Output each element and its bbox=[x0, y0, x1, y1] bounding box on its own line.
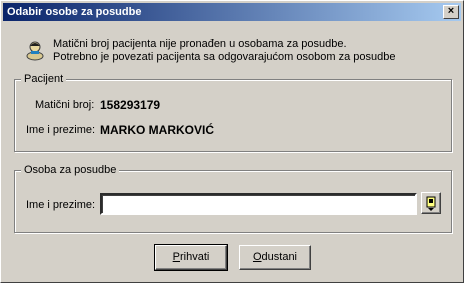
patient-group: Pacijent Matični broj: 158293179 Ime i p… bbox=[14, 72, 452, 152]
dialog-window: Odabir osobe za posudbe × Matični broj p… bbox=[0, 0, 464, 283]
title-bar[interactable]: Odabir osobe za posudbe × bbox=[3, 3, 461, 21]
close-icon: × bbox=[447, 5, 455, 17]
patient-name-label: Ime i prezime: bbox=[26, 124, 96, 136]
window-title: Odabir osobe za posudbe bbox=[7, 6, 142, 18]
message-line-2: Potrebno je povezati pacijenta sa odgova… bbox=[53, 51, 396, 63]
patient-group-legend: Pacijent bbox=[21, 72, 67, 86]
close-button[interactable]: × bbox=[443, 5, 459, 19]
person-group: Osoba za posudbe Ime i prezime: bbox=[14, 163, 452, 233]
accept-label: rihvati bbox=[180, 251, 210, 263]
accept-button[interactable]: Prihvati bbox=[154, 244, 228, 271]
patient-name-value: MARKO MARKOVIĆ bbox=[100, 123, 214, 137]
info-person-icon bbox=[26, 41, 44, 61]
lookup-button[interactable] bbox=[421, 192, 441, 214]
cancel-accelerator: O bbox=[252, 251, 262, 263]
patient-id-label: Matični broj: bbox=[35, 99, 95, 111]
person-name-input[interactable] bbox=[100, 193, 417, 215]
lookup-icon bbox=[426, 196, 436, 211]
message-line-1: Matični broj pacijenta nije pronađen u o… bbox=[53, 38, 347, 50]
patient-id-value: 158293179 bbox=[100, 98, 161, 112]
accept-accelerator: P bbox=[172, 251, 180, 263]
cancel-label: dustani bbox=[261, 251, 298, 263]
person-name-label: Ime i prezime: bbox=[26, 199, 96, 211]
cancel-button[interactable]: Odustani bbox=[239, 245, 311, 270]
person-group-legend: Osoba za posudbe bbox=[21, 163, 120, 177]
